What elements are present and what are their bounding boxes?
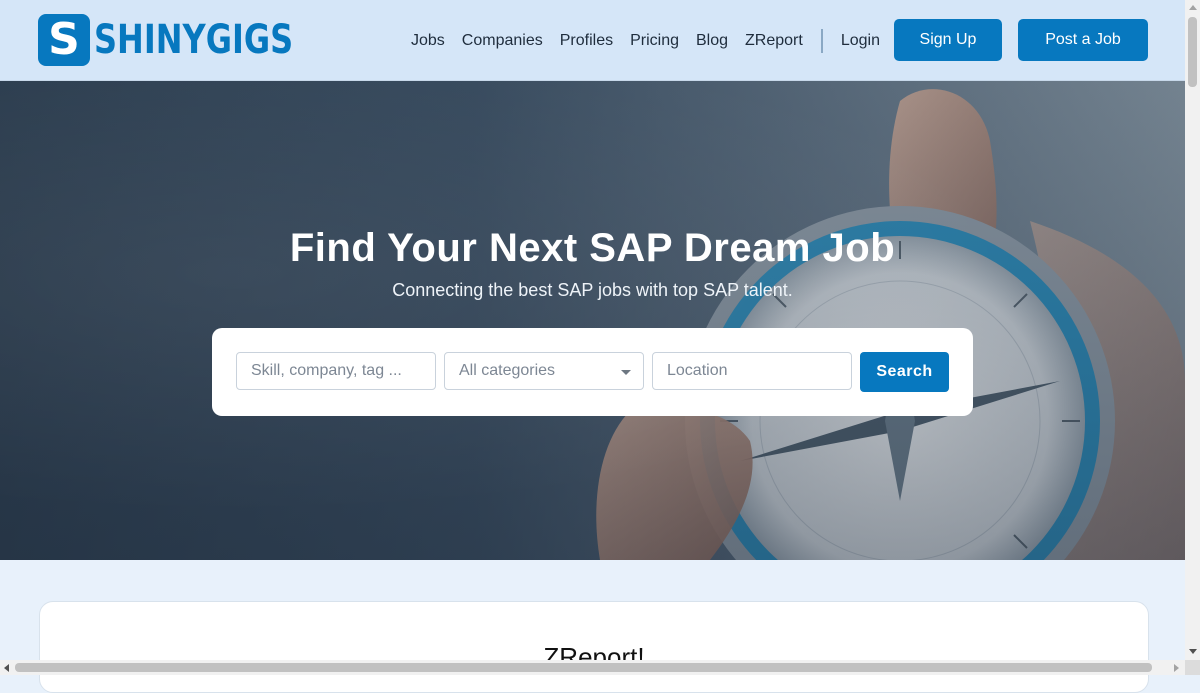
nav-divider xyxy=(820,29,823,53)
horizontal-scrollbar[interactable] xyxy=(0,660,1185,675)
location-input[interactable]: Location xyxy=(652,352,852,390)
vertical-scroll-thumb[interactable] xyxy=(1188,17,1197,87)
logo-text: SHINYGIGS xyxy=(94,17,294,63)
hero-overlay xyxy=(0,81,1185,560)
nav-link-companies[interactable]: Companies xyxy=(462,32,543,50)
nav-link-pricing[interactable]: Pricing xyxy=(630,32,679,50)
scroll-down-icon[interactable] xyxy=(1189,649,1197,654)
search-form: Skill, company, tag ... All categories L… xyxy=(212,328,973,416)
scrollbar-corner xyxy=(1185,660,1200,675)
nav-link-zreport[interactable]: ZReport xyxy=(745,32,803,50)
scroll-left-icon[interactable] xyxy=(4,664,9,672)
nav-link-profiles[interactable]: Profiles xyxy=(560,32,613,50)
scroll-up-icon[interactable] xyxy=(1189,5,1197,10)
site-header: S SHINYGIGS Jobs Companies Profiles Pric… xyxy=(0,0,1185,81)
nav-link-jobs[interactable]: Jobs xyxy=(411,32,445,50)
category-select-value: All categories xyxy=(459,362,556,379)
zreport-card: ZReport! xyxy=(39,601,1149,693)
main-nav: Jobs Companies Profiles Pricing Blog ZRe… xyxy=(411,29,897,53)
hero-title: Find Your Next SAP Dream Job xyxy=(289,226,896,270)
hero-section: Find Your Next SAP Dream Job Connecting … xyxy=(0,81,1185,560)
chevron-down-icon xyxy=(621,370,631,375)
skill-search-input[interactable]: Skill, company, tag ... xyxy=(236,352,436,390)
logo[interactable]: S SHINYGIGS xyxy=(38,14,343,66)
search-button[interactable]: Search xyxy=(860,352,949,392)
vertical-scrollbar[interactable] xyxy=(1185,0,1200,675)
post-job-button[interactable]: Post a Job xyxy=(1018,19,1148,61)
sign-up-button[interactable]: Sign Up xyxy=(894,19,1002,61)
login-link[interactable]: Login xyxy=(841,32,880,50)
hero-subtitle: Connecting the best SAP jobs with top SA… xyxy=(392,280,793,300)
category-select[interactable]: All categories xyxy=(444,352,644,390)
logo-mark: S xyxy=(38,14,90,66)
horizontal-scroll-thumb[interactable] xyxy=(15,663,1152,672)
nav-link-blog[interactable]: Blog xyxy=(696,32,728,50)
scroll-right-icon[interactable] xyxy=(1174,664,1179,672)
